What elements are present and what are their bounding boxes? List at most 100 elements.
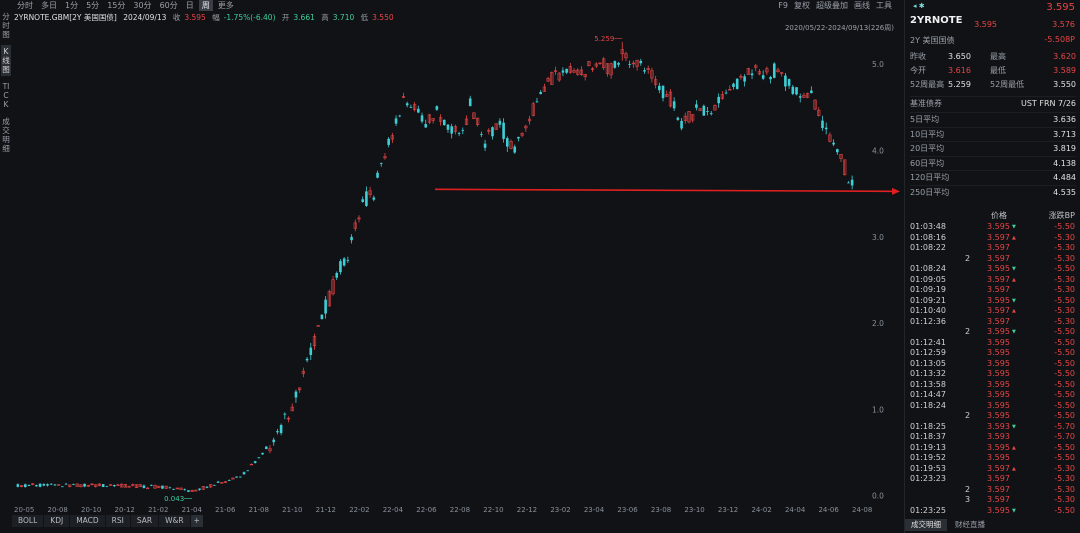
candle-body xyxy=(405,103,409,106)
candle-body xyxy=(213,484,216,486)
candle-body xyxy=(253,461,257,463)
candle-body xyxy=(450,126,453,134)
close-value: 3.595 xyxy=(184,13,206,22)
timeframe-tab[interactable]: 日 xyxy=(183,0,197,11)
candle-body xyxy=(309,347,313,355)
candle-body xyxy=(150,484,153,486)
trade-time: 01:13:58 xyxy=(910,379,946,389)
candle-body xyxy=(398,115,402,117)
trade-time: 2 xyxy=(965,411,971,420)
trade-bp: -5.30 xyxy=(1054,495,1075,504)
trade-row: 2 3.597 -5.30 xyxy=(905,485,1080,496)
candle-body xyxy=(821,120,824,129)
view-tab-1[interactable]: K线图 xyxy=(1,45,11,76)
candle-body xyxy=(491,127,494,137)
trade-bp: -5.70 xyxy=(1054,421,1075,431)
timeframe-tab[interactable]: 60分 xyxy=(157,0,181,11)
timeframe-tab[interactable]: 分时 xyxy=(14,0,36,11)
candle-body xyxy=(417,108,420,113)
view-tab-2[interactable]: TICK xyxy=(1,80,11,111)
indicator-tab[interactable]: RSI xyxy=(105,515,130,527)
candle-body xyxy=(83,483,86,487)
indicator-tab[interactable]: BOLL xyxy=(12,515,44,527)
candle-body xyxy=(661,85,665,99)
trade-price: 3.597 xyxy=(987,274,1010,284)
trade-time: 01:09:21 xyxy=(910,295,946,305)
panel-tab[interactable]: 财经直播 xyxy=(949,519,991,531)
trade-row: 01:19:52 3.595 -5.50 xyxy=(905,453,1080,464)
candle-body xyxy=(565,68,568,73)
ma-row: 120日平均 4.484 xyxy=(910,170,1076,185)
timeframe-tab[interactable]: 周 xyxy=(198,0,213,11)
x-tick-label: 23-04 xyxy=(584,506,605,514)
trade-bp: -5.50 xyxy=(1054,327,1075,336)
x-tick-label: 23-08 xyxy=(651,506,671,514)
trade-bp: -5.50 xyxy=(1054,337,1075,347)
up-arrow-icon: ▲ xyxy=(1012,234,1016,241)
trade-bp: -5.50 xyxy=(1054,453,1075,462)
trade-time: 2 xyxy=(965,484,971,494)
up-arrow-icon: ▲ xyxy=(1012,465,1016,472)
trade-time: 3 xyxy=(965,495,971,504)
high-label: 高 xyxy=(321,13,329,22)
reference-arrow-icon xyxy=(892,187,900,195)
x-tick-label: 24-08 xyxy=(852,506,872,514)
ma-value: 4.484 xyxy=(1053,173,1076,183)
candle-body xyxy=(784,75,787,87)
y-tick-label: 4.0 xyxy=(872,147,884,156)
trade-row: 01:09:19 3.597 -5.30 xyxy=(905,285,1080,296)
candle-body xyxy=(702,105,706,116)
trade-price: 3.597 xyxy=(987,285,1010,294)
trade-time: 01:12:36 xyxy=(910,316,946,326)
panel-tab[interactable]: 成交明细 xyxy=(905,519,947,531)
trade-bp: -5.50 xyxy=(1054,379,1075,389)
down-arrow-icon: ▼ xyxy=(1012,266,1016,272)
toolbar-button[interactable]: 复权 xyxy=(794,0,810,11)
panel-toggle-icon[interactable]: ◂ ✱ xyxy=(913,2,925,10)
add-indicator-button[interactable]: + xyxy=(190,515,203,527)
trade-time: 2 xyxy=(965,327,971,336)
view-tab-0[interactable]: 分时图 xyxy=(1,10,11,41)
candle-body xyxy=(483,143,487,148)
indicator-tab[interactable]: KDJ xyxy=(44,515,70,527)
trade-time: 01:18:24 xyxy=(910,400,946,410)
candle-body xyxy=(372,197,376,200)
trade-price: 3.595 xyxy=(987,379,1010,389)
timeframe-tab[interactable]: 更多 xyxy=(215,0,237,11)
panel-price-2: 3.576 xyxy=(1052,20,1075,29)
trade-price: 3.597 xyxy=(987,474,1010,483)
timeframe-tab[interactable]: 5分 xyxy=(83,0,102,11)
indicator-tab[interactable]: W&R xyxy=(159,515,190,527)
candle-body xyxy=(61,486,64,488)
view-tab-3[interactable]: 成交明细 xyxy=(1,115,11,155)
trade-price: 3.595 xyxy=(987,453,1010,462)
toolbar-button[interactable]: 画线 xyxy=(854,0,870,11)
candle-body xyxy=(850,179,854,186)
timeframe-tab[interactable]: 30分 xyxy=(130,0,154,11)
timeframe-tab[interactable]: 多日 xyxy=(38,0,60,11)
stat-label: 最高 xyxy=(990,52,1006,61)
trade-price: 3.595 xyxy=(987,358,1010,368)
candlestick-chart[interactable]: 0.0 1.0 2.0 3.0 4.0 5.0 5.259 0.043 xyxy=(12,34,900,504)
candle-body xyxy=(709,113,713,115)
candle-body xyxy=(161,485,164,489)
ma-label: 60日平均 xyxy=(910,158,945,168)
trade-time: 2 xyxy=(965,253,971,263)
toolbar-button[interactable]: F9 xyxy=(778,0,788,11)
trade-row: 01:03:48 3.595 ▼ -5.50 xyxy=(905,222,1080,233)
indicator-tab[interactable]: SAR xyxy=(130,515,159,527)
trade-row: 01:08:24 3.595 ▼ -5.50 xyxy=(905,264,1080,275)
toolbar-button[interactable]: 工具 xyxy=(876,0,892,11)
candle-body xyxy=(183,489,187,491)
indicator-tab[interactable]: MACD xyxy=(70,515,105,527)
toolbar-button[interactable]: 超级叠加 xyxy=(816,0,848,11)
candle-body xyxy=(264,446,268,450)
trade-row: 3 3.597 -5.30 xyxy=(905,495,1080,506)
candle-body xyxy=(227,480,231,481)
trade-table-header: 价格 涨跌BP xyxy=(905,210,1080,221)
left-view-tabs: 分时图 K线图 TICK 成交明细 xyxy=(0,10,12,159)
timeframe-tab[interactable]: 15分 xyxy=(104,0,128,11)
timeframe-tab[interactable]: 1分 xyxy=(62,0,81,11)
trade-price: 3.597 xyxy=(987,243,1010,252)
trade-row: 01:19:53 3.597 ▲ -5.30 xyxy=(905,464,1080,475)
